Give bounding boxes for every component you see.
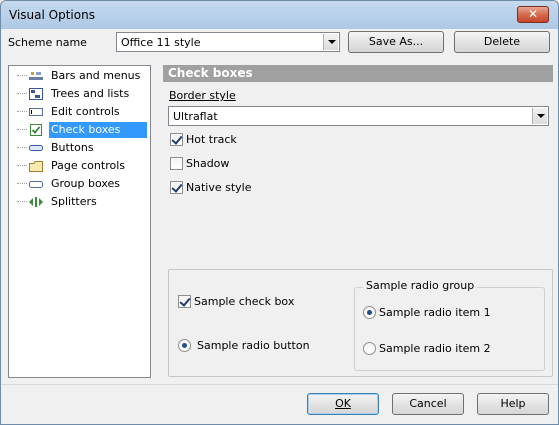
close-button[interactable]: ✕ bbox=[517, 6, 549, 23]
sample-radio-item-2-label[interactable]: Sample radio item 2 bbox=[379, 342, 491, 355]
border-style-label: Border style bbox=[169, 89, 236, 102]
splitter-icon bbox=[29, 197, 43, 207]
help-button-label: Help bbox=[500, 397, 526, 410]
tree-item-page-controls[interactable]: Page controls bbox=[9, 157, 150, 175]
tree-connector bbox=[17, 183, 27, 184]
chevron-down-icon[interactable] bbox=[532, 108, 547, 124]
hot-track-checkbox[interactable] bbox=[170, 133, 183, 146]
dialog-client-area: Scheme name Office 11 style Save As... D… bbox=[1, 29, 558, 424]
tree-item-label: Edit controls bbox=[51, 105, 120, 118]
checkbox-icon bbox=[30, 124, 42, 136]
native-style-checkbox[interactable] bbox=[170, 181, 183, 194]
cancel-button[interactable]: Cancel bbox=[392, 393, 464, 415]
sample-check-box[interactable] bbox=[178, 295, 191, 308]
sample-check-box-label[interactable]: Sample check box bbox=[194, 295, 294, 308]
border-style-label-text: Border style bbox=[169, 89, 236, 102]
tree-item-label: Splitters bbox=[51, 195, 97, 208]
tree-connector bbox=[17, 201, 27, 202]
edit-control-icon bbox=[29, 108, 43, 116]
tree-connector bbox=[17, 129, 27, 130]
tree-connector bbox=[17, 111, 27, 112]
cancel-button-label: Cancel bbox=[409, 397, 447, 410]
tree-item-label: Check boxes bbox=[49, 122, 147, 138]
sample-radio-item-1[interactable] bbox=[363, 306, 376, 319]
border-style-value: Ultraflat bbox=[173, 110, 218, 123]
ok-button[interactable]: OK bbox=[307, 393, 379, 415]
bars-menus-icon bbox=[29, 72, 43, 80]
border-style-combo[interactable]: Ultraflat bbox=[168, 106, 549, 126]
tree-item-buttons[interactable]: Buttons bbox=[9, 139, 150, 157]
save-as-button[interactable]: Save As... bbox=[348, 31, 444, 53]
tree-connector bbox=[17, 93, 27, 94]
native-style-label[interactable]: Native style bbox=[186, 181, 252, 194]
shadow-label[interactable]: Shadow bbox=[186, 157, 229, 170]
tree-item-label: Page controls bbox=[51, 159, 125, 172]
close-icon: ✕ bbox=[527, 7, 539, 21]
sample-radio-button-label[interactable]: Sample radio button bbox=[197, 339, 310, 352]
scheme-name-combo[interactable]: Office 11 style bbox=[116, 32, 340, 52]
tree-item-splitters[interactable]: Splitters bbox=[9, 193, 150, 211]
ok-button-label: OK bbox=[335, 397, 351, 410]
tree-item-label: Bars and menus bbox=[51, 69, 141, 82]
page-control-icon bbox=[29, 161, 43, 172]
tree-connector bbox=[17, 147, 27, 148]
tree-item-trees-and-lists[interactable]: Trees and lists bbox=[9, 85, 150, 103]
tree-item-bars-and-menus[interactable]: Bars and menus bbox=[9, 67, 150, 85]
chevron-down-icon[interactable] bbox=[323, 34, 338, 50]
tree-connector bbox=[17, 165, 27, 166]
panel-header: Check boxes bbox=[163, 65, 553, 82]
tree-item-label: Trees and lists bbox=[51, 87, 130, 100]
category-tree[interactable]: Bars and menus Trees and lists Edit cont… bbox=[8, 65, 151, 378]
sample-radio-item-2[interactable] bbox=[363, 342, 376, 355]
tree-item-label: Buttons bbox=[51, 141, 94, 154]
help-button[interactable]: Help bbox=[477, 393, 549, 415]
tree-item-label: Group boxes bbox=[51, 177, 121, 190]
sample-radio-group-title: Sample radio group bbox=[363, 279, 478, 292]
visual-options-window: Visual Options ✕ Scheme name Office 11 s… bbox=[0, 0, 559, 425]
sample-radio-button[interactable] bbox=[178, 339, 191, 352]
hot-track-label[interactable]: Hot track bbox=[186, 133, 237, 146]
button-icon bbox=[29, 145, 43, 151]
tree-item-group-boxes[interactable]: Group boxes bbox=[9, 175, 150, 193]
scheme-name-label: Scheme name bbox=[8, 36, 87, 49]
sample-radio-group bbox=[354, 287, 545, 371]
scheme-name-value: Office 11 style bbox=[121, 36, 201, 49]
tree-list-icon bbox=[29, 88, 43, 100]
dialog-footer: OK Cancel Help bbox=[1, 385, 558, 424]
tree-item-edit-controls[interactable]: Edit controls bbox=[9, 103, 150, 121]
tree-item-check-boxes[interactable]: Check boxes bbox=[9, 121, 150, 139]
group-box-icon bbox=[29, 181, 43, 188]
sample-radio-item-1-label[interactable]: Sample radio item 1 bbox=[379, 306, 491, 319]
tree-connector bbox=[17, 75, 27, 76]
shadow-checkbox[interactable] bbox=[170, 157, 183, 170]
window-title: Visual Options bbox=[9, 8, 95, 22]
title-bar[interactable]: Visual Options ✕ bbox=[1, 1, 558, 29]
delete-button[interactable]: Delete bbox=[454, 31, 550, 53]
